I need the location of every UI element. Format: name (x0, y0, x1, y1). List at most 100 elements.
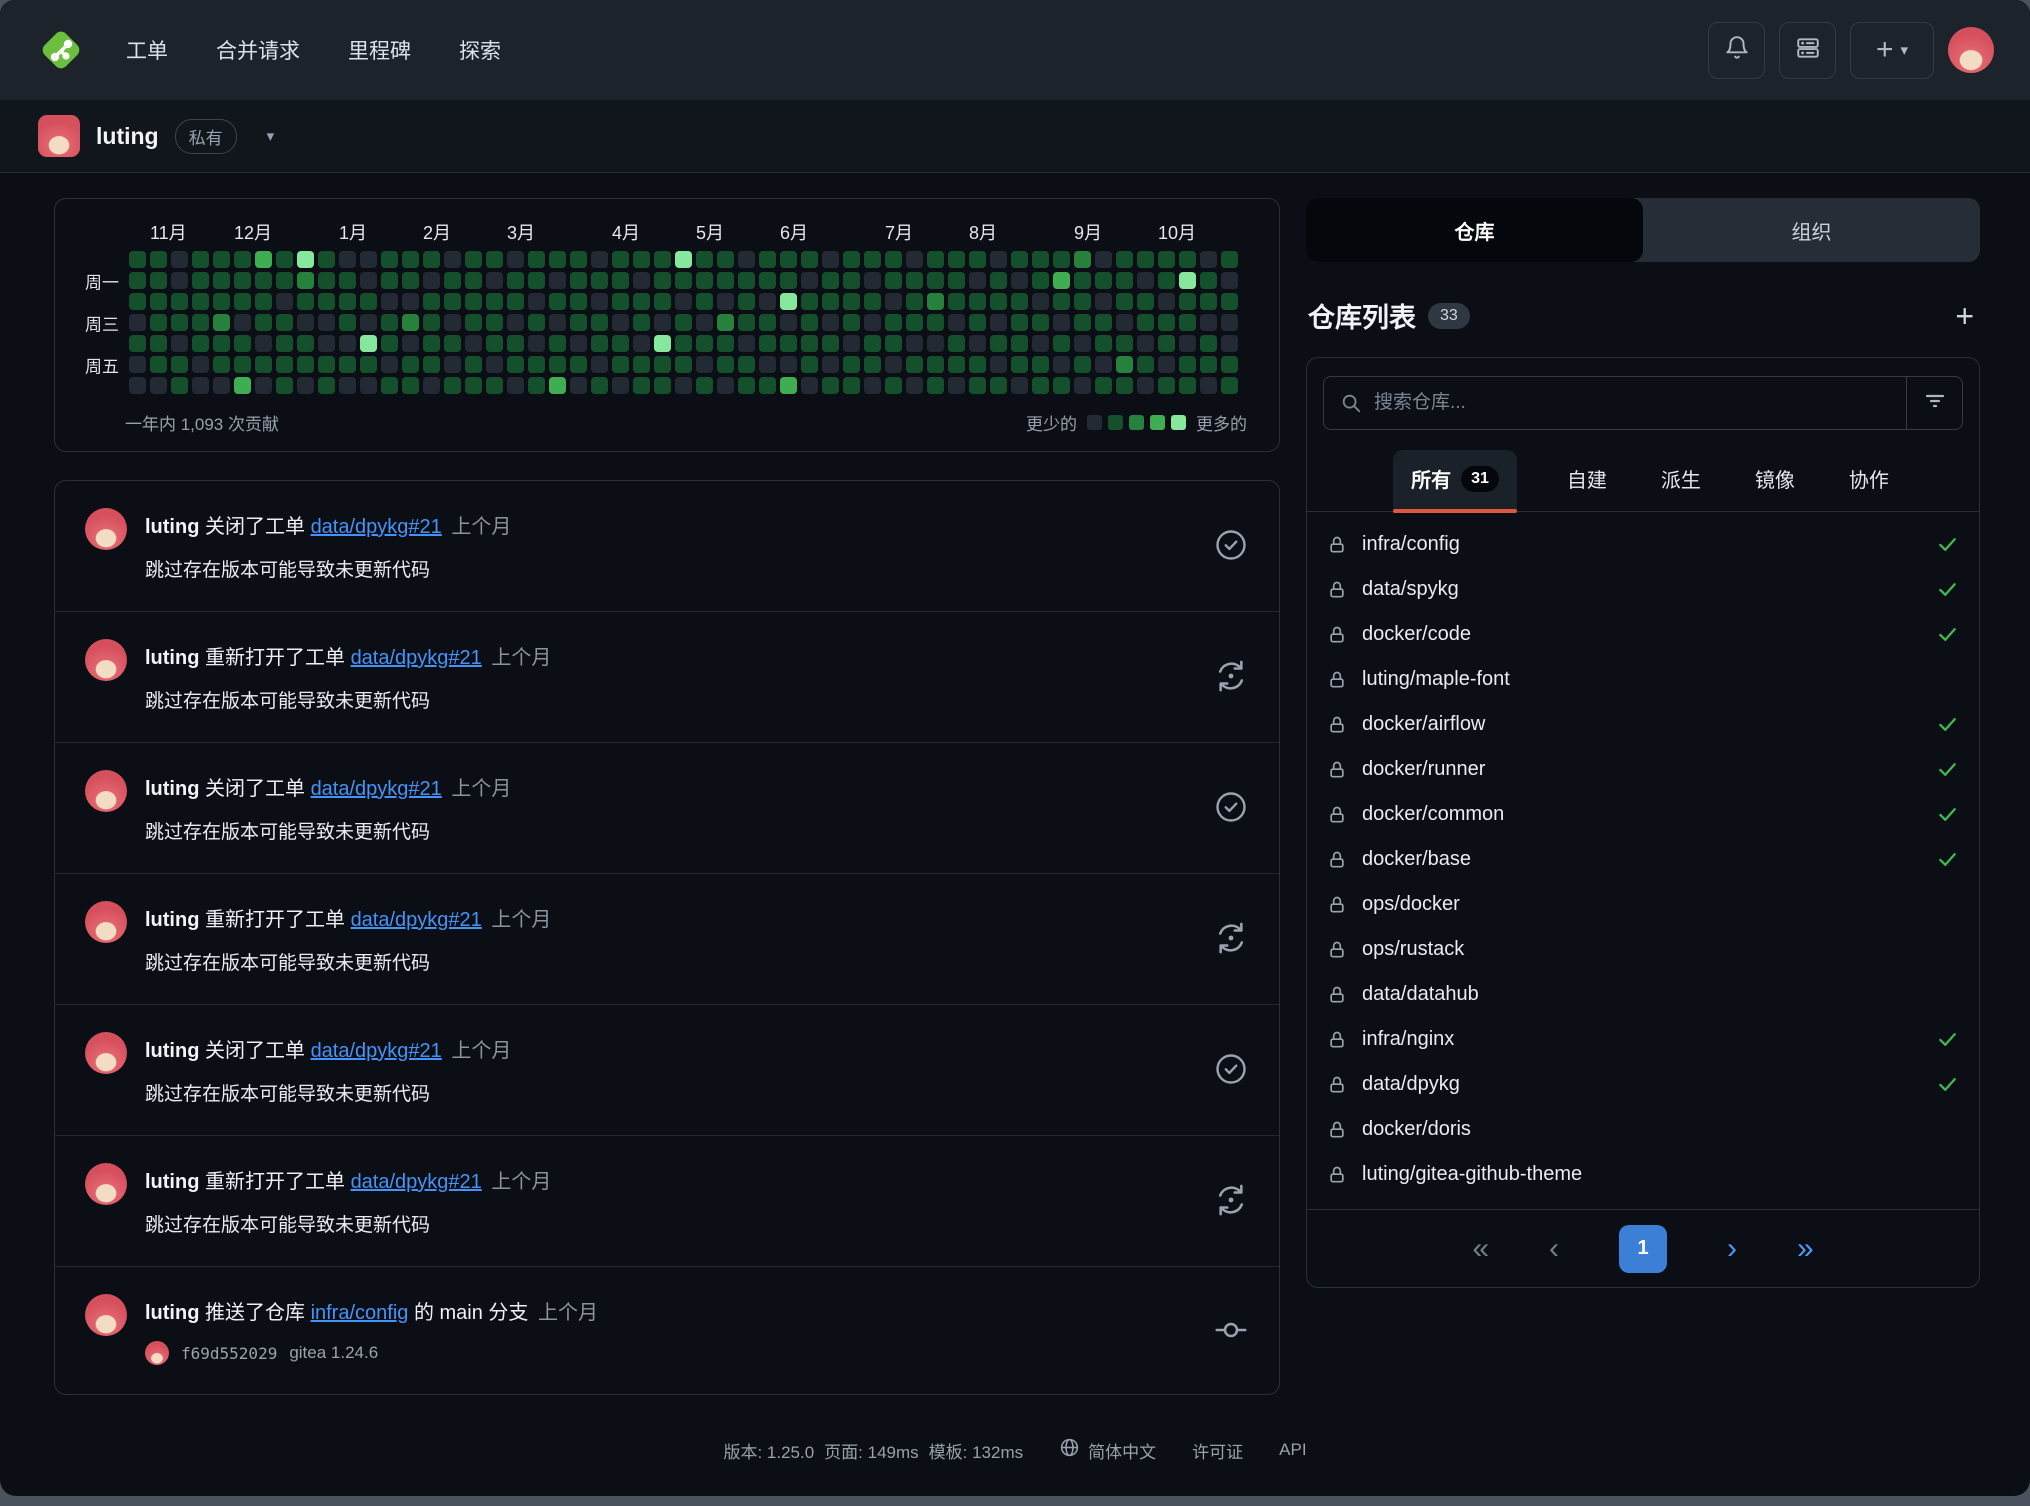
legend-more-label: 更多的 (1196, 410, 1247, 435)
repo-name-link[interactable]: docker/code (1362, 623, 1471, 646)
feed-repo-link[interactable]: data/dpykg#21 (311, 1040, 442, 1062)
feed-actor-link[interactable]: luting (145, 516, 199, 538)
heatmap-cell (696, 293, 713, 310)
feed-actor-link[interactable]: luting (145, 647, 199, 669)
heatmap-cell (927, 377, 944, 394)
profile-username[interactable]: luting (96, 123, 159, 150)
feed-actor-avatar[interactable] (85, 508, 127, 550)
feed-repo-link[interactable]: data/dpykg#21 (311, 516, 442, 538)
heatmap-cell (864, 251, 881, 268)
feed-actor-avatar[interactable] (85, 1163, 127, 1205)
pagination-first-button[interactable]: « (1472, 1234, 1489, 1264)
heatmap-cell (213, 272, 230, 289)
feed-actor-link[interactable]: luting (145, 1171, 199, 1193)
admin-panel-button[interactable] (1779, 22, 1836, 79)
profile-dropdown-caret-icon[interactable]: ▾ (267, 127, 275, 145)
profile-avatar[interactable] (38, 115, 80, 157)
heatmap-cell (1200, 356, 1217, 373)
sidebar-tab-organizations[interactable]: 组织 (1643, 198, 1980, 262)
feed-actor-link[interactable]: luting (145, 778, 199, 800)
repo-name-link[interactable]: infra/nginx (1362, 1028, 1454, 1051)
repo-name-link[interactable]: luting/maple-font (1362, 668, 1510, 691)
repo-filter-item[interactable]: 派生 (1657, 450, 1705, 511)
heatmap-cell (570, 335, 587, 352)
feed-actor-link[interactable]: luting (145, 909, 199, 931)
language-selector[interactable]: 简体中文 (1059, 1437, 1156, 1463)
heatmap-cell (885, 293, 902, 310)
repo-name-link[interactable]: luting/gitea-github-theme (1362, 1163, 1582, 1186)
pagination-prev-button[interactable]: ‹ (1549, 1234, 1559, 1264)
nav-link-0[interactable]: 工单 (126, 35, 168, 65)
repo-name-link[interactable]: infra/config (1362, 533, 1460, 556)
repo-name-link[interactable]: docker/airflow (1362, 713, 1485, 736)
repo-filter-label: 协作 (1849, 464, 1889, 493)
heatmap-cell (234, 356, 251, 373)
heatmap-cell (738, 356, 755, 373)
heatmap-cell (1158, 272, 1175, 289)
heatmap-cell (1032, 314, 1049, 331)
feed-actor-avatar[interactable] (85, 770, 127, 812)
heatmap-month-label: 11月 (150, 219, 187, 245)
pagination-last-button[interactable]: » (1797, 1234, 1814, 1264)
feed-repo-link[interactable]: data/dpykg#21 (351, 647, 482, 669)
repo-filter-item[interactable]: 自建 (1563, 450, 1611, 511)
nav-link-2[interactable]: 里程碑 (348, 35, 411, 65)
repo-name-link[interactable]: docker/runner (1362, 758, 1485, 781)
repo-name-link[interactable]: docker/base (1362, 848, 1471, 871)
notifications-button[interactable] (1708, 22, 1765, 79)
heatmap-cell (591, 272, 608, 289)
repo-name-link[interactable]: ops/rustack (1362, 938, 1464, 961)
nav-link-1[interactable]: 合并请求 (216, 35, 300, 65)
feed-actor-avatar[interactable] (85, 639, 127, 681)
server-icon (1795, 35, 1821, 66)
user-avatar[interactable] (1948, 27, 1994, 73)
feed-repo-link[interactable]: data/dpykg#21 (351, 1171, 482, 1193)
feed-actor-link[interactable]: luting (145, 1302, 199, 1324)
heatmap-cell (381, 272, 398, 289)
feed-repo-link[interactable]: infra/config (311, 1302, 409, 1324)
heatmap-cell (129, 377, 146, 394)
repo-filter-item[interactable]: 镜像 (1751, 450, 1799, 511)
pagination-next-button[interactable]: › (1727, 1234, 1737, 1264)
heatmap-cell (843, 377, 860, 394)
repo-filter-all[interactable]: 所有31 (1393, 450, 1517, 511)
feed-actor-avatar[interactable] (85, 1294, 127, 1336)
feed-actor-avatar[interactable] (85, 1032, 127, 1074)
repo-filter-button[interactable] (1906, 377, 1962, 429)
feed-repo-link[interactable]: data/dpykg#21 (351, 909, 482, 931)
search-icon (1324, 392, 1368, 414)
api-link[interactable]: API (1279, 1440, 1306, 1460)
top-navbar: 工单合并请求里程碑探索 + (0, 0, 2030, 100)
heatmap-cell (885, 356, 902, 373)
heatmap-cell (1200, 335, 1217, 352)
commit-hash-link[interactable]: f69d552029 (181, 1344, 277, 1363)
repo-name-link[interactable]: data/dpykg (1362, 1073, 1460, 1096)
repo-name-link[interactable]: ops/docker (1362, 893, 1460, 916)
sidebar-tab-repositories[interactable]: 仓库 (1306, 198, 1643, 262)
feed-repo-link[interactable]: data/dpykg#21 (311, 778, 442, 800)
feed-actor-avatar[interactable] (85, 901, 127, 943)
heatmap-month-label: 12月 (234, 219, 272, 245)
heatmap-cell (297, 356, 314, 373)
heatmap-cell (780, 293, 797, 310)
license-link[interactable]: 许可证 (1192, 1438, 1243, 1463)
heatmap-cell (1011, 335, 1028, 352)
heatmap-cell (1137, 251, 1154, 268)
repo-search-input[interactable] (1368, 392, 1906, 414)
heatmap-cell (423, 293, 440, 310)
repo-name-link[interactable]: data/spykg (1362, 578, 1459, 601)
repo-name-link[interactable]: docker/doris (1362, 1118, 1471, 1141)
repo-name-link[interactable]: docker/common (1362, 803, 1504, 826)
nav-link-3[interactable]: 探索 (459, 35, 501, 65)
issue-closed-icon (1193, 770, 1249, 844)
heatmap-cell (990, 272, 1007, 289)
gitea-logo-icon[interactable] (36, 25, 86, 75)
pagination-current-page[interactable]: 1 (1619, 1225, 1667, 1273)
heatmap-cell (675, 293, 692, 310)
heatmap-cell (612, 293, 629, 310)
create-new-button[interactable]: + ▾ (1850, 22, 1934, 79)
new-repo-button[interactable]: + (1955, 300, 1974, 332)
repo-filter-item[interactable]: 协作 (1845, 450, 1893, 511)
repo-name-link[interactable]: data/datahub (1362, 983, 1479, 1006)
feed-actor-link[interactable]: luting (145, 1040, 199, 1062)
